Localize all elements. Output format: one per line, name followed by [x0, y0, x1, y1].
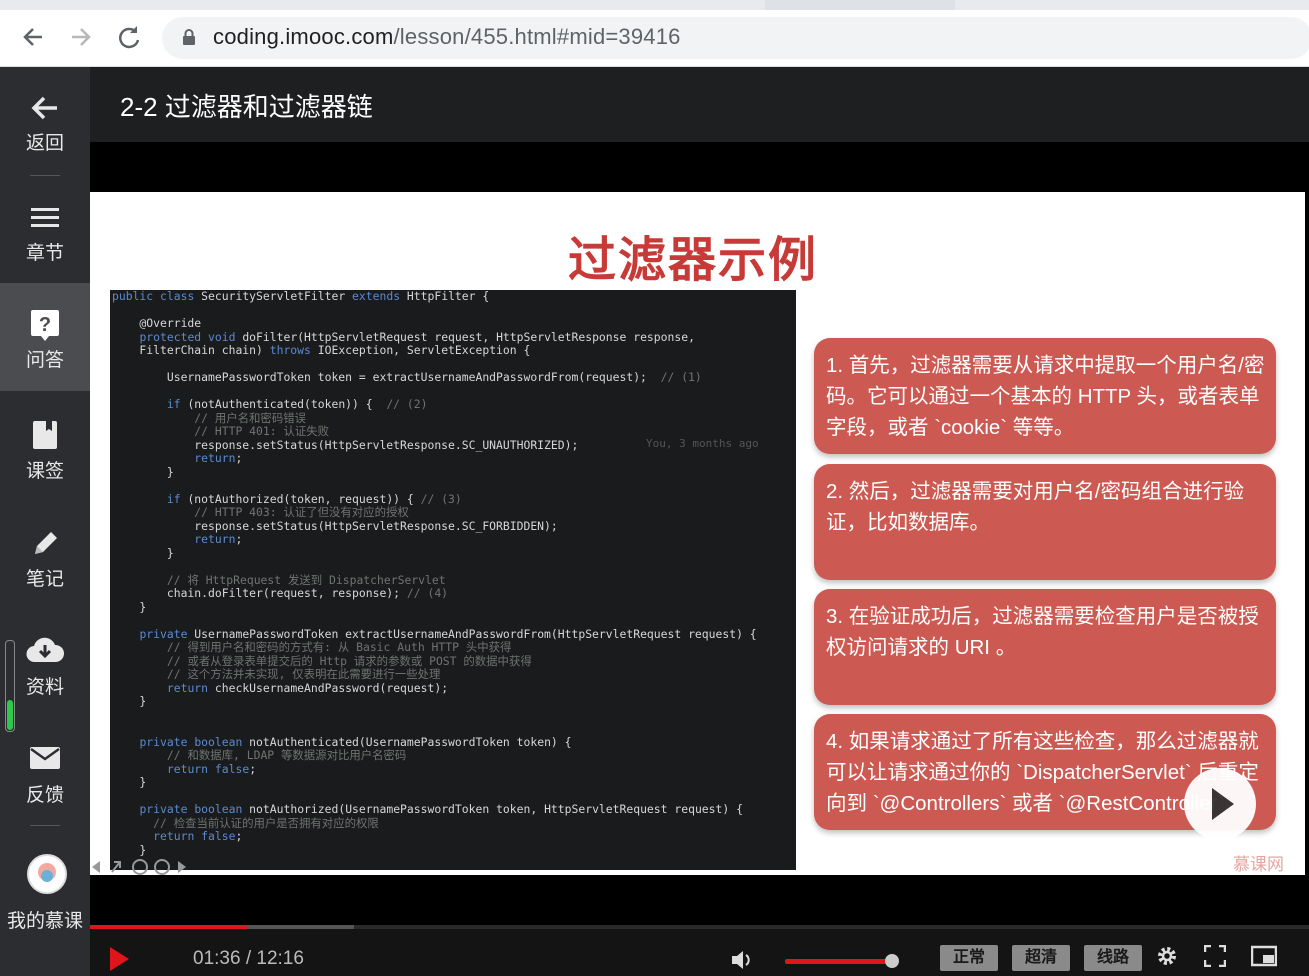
sidebar-item-label: 课签 — [25, 461, 64, 482]
player-controls: 01:36 / 12:16 正常 超清 线路 — [90, 925, 1309, 976]
back-arrow-icon — [31, 96, 57, 120]
progress-played — [90, 925, 249, 929]
back-arrow-icon[interactable] — [18, 22, 48, 52]
speaker-icon[interactable] — [730, 949, 754, 971]
slide: 过滤器示例 public class SecurityServletFilter… — [90, 192, 1305, 875]
code-block: public class SecurityServletFilter exten… — [110, 290, 796, 870]
volume-slider[interactable] — [785, 959, 893, 964]
route-button[interactable]: 线路 — [1084, 945, 1142, 971]
tab-inactive[interactable] — [0, 0, 765, 10]
sidebar-item-back[interactable]: 返回 — [0, 67, 90, 167]
play-icon[interactable] — [110, 947, 129, 971]
question-icon: ? — [31, 310, 59, 341]
sidebar-item-feedback[interactable]: 反馈 — [0, 724, 90, 824]
sidebar-item-label: 反馈 — [25, 785, 64, 806]
pencil-icon — [35, 532, 57, 554]
sidebar-item-label: 我的慕课 — [6, 911, 83, 932]
big-play-button[interactable] — [1184, 768, 1256, 840]
address-bar[interactable]: coding.imooc.com/lesson/455.html#mid=394… — [162, 17, 1309, 59]
sidebar-item-my-imooc[interactable]: 我的慕课 — [0, 887, 90, 937]
fullscreen-icon[interactable] — [1251, 945, 1277, 967]
divider — [30, 175, 60, 176]
code-text: public class SecurityServletFilter exten… — [112, 290, 757, 857]
play-icon — [1212, 788, 1234, 820]
bullet-1: 1. 首先，过滤器需要从请求中提取一个用户名/密码。它可以通过一个基本的 HTT… — [814, 338, 1276, 454]
divider — [30, 825, 60, 826]
lesson-title: 2-2 过滤器和过滤器链 — [120, 92, 373, 122]
lock-icon — [183, 29, 195, 45]
quality-button[interactable]: 超清 — [1012, 945, 1070, 971]
sidebar: 返回 章节 ? 问答 课签 笔记 资料 反馈 我的慕课 — [0, 67, 90, 976]
url-text[interactable]: coding.imooc.com/lesson/455.html#mid=394… — [213, 24, 681, 50]
speed-button[interactable]: 正常 — [940, 945, 998, 971]
bullet-text: 3. 在验证成功后，过滤器需要检查用户是否被授权访问请求的 URI 。 — [826, 605, 1259, 659]
lesson-header: 2-2 过滤器和过滤器链 — [90, 67, 1309, 142]
slide-title: 过滤器示例 — [568, 234, 819, 287]
progress-bar[interactable] — [90, 925, 1309, 929]
gear-icon[interactable] — [1156, 945, 1178, 967]
mail-icon — [30, 747, 60, 769]
sidebar-item-bookmarks[interactable]: 课签 — [0, 400, 90, 500]
tab-inactive[interactable] — [955, 0, 1309, 10]
sidebar-item-qa[interactable]: ? 问答 — [0, 283, 90, 391]
forward-arrow-icon[interactable] — [66, 22, 96, 52]
volume-level-meter — [5, 640, 15, 732]
browser-toolbar: coding.imooc.com/lesson/455.html#mid=394… — [0, 0, 1309, 67]
tab-strip — [0, 0, 1309, 10]
sidebar-item-chapters[interactable]: 章节 — [0, 182, 90, 282]
bullet-3: 3. 在验证成功后，过滤器需要检查用户是否被授权访问请求的 URI 。 — [814, 589, 1276, 705]
volume-slider-handle[interactable] — [885, 954, 900, 968]
bullet-text: 2. 然后，过滤器需要对用户名/密码组合进行验证，比如数据库。 — [826, 480, 1244, 534]
sidebar-item-label: 笔记 — [25, 569, 64, 590]
svg-text:?: ? — [39, 314, 51, 336]
sidebar-item-label: 问答 — [25, 350, 64, 371]
sidebar-item-label: 返回 — [25, 133, 64, 154]
time-display: 01:36 / 12:16 — [193, 948, 304, 969]
sidebar-item-label: 章节 — [25, 243, 64, 264]
cloud-download-icon — [26, 637, 64, 663]
slide-nav-controls — [90, 858, 200, 876]
bookmark-icon — [33, 421, 57, 449]
git-blame-annotation: You, 3 months ago — [646, 437, 759, 450]
video-player[interactable]: 过滤器示例 public class SecurityServletFilter… — [90, 142, 1309, 925]
url-host: coding.imooc.com — [213, 24, 394, 49]
bullet-text: 1. 首先，过滤器需要从请求中提取一个用户名/密码。它可以通过一个基本的 HTT… — [826, 354, 1265, 439]
bullet-2: 2. 然后，过滤器需要对用户名/密码组合进行验证，比如数据库。 — [814, 464, 1276, 580]
sidebar-item-notes[interactable]: 笔记 — [0, 508, 90, 608]
watermark: 慕课网 — [1233, 855, 1284, 874]
list-icon — [31, 208, 59, 227]
reload-icon[interactable] — [114, 22, 144, 52]
url-path: /lesson/455.html#mid=39416 — [393, 24, 681, 49]
web-fullscreen-icon[interactable] — [1204, 945, 1226, 967]
